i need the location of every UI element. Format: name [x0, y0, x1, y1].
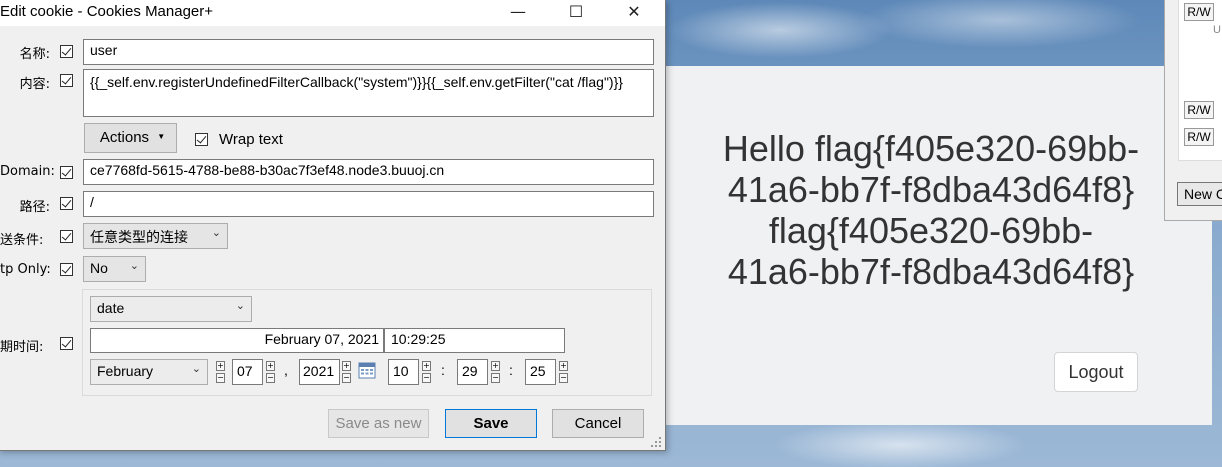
send-condition-label: 送条件: — [0, 233, 44, 248]
rw-badge[interactable]: R/W — [1184, 3, 1214, 21]
name-label: 名称: — [19, 47, 50, 62]
path-input[interactable]: / — [83, 191, 654, 217]
domain-checkbox[interactable] — [60, 166, 73, 179]
expiry-time-display[interactable]: 10:29:25 — [384, 328, 565, 353]
expiry-label: 期时间: — [0, 340, 44, 355]
expiry-type-value: date — [97, 300, 125, 316]
content-textarea[interactable]: {{_self.env.registerUndefinedFilterCallb… — [83, 69, 654, 117]
minute-spinner[interactable]: + − — [491, 361, 500, 383]
second-input[interactable]: 25 — [525, 359, 556, 385]
new-cookie-button[interactable]: New C — [1177, 182, 1222, 206]
httponly-checkbox[interactable] — [60, 263, 73, 276]
month-select[interactable]: February ⌄ — [90, 359, 208, 385]
domain-input[interactable]: ce7768fd-5615-4788-be88-b30ac7f3ef48.nod… — [83, 159, 654, 185]
name-checkbox[interactable] — [60, 45, 73, 58]
path-checkbox[interactable] — [60, 197, 73, 210]
save-button[interactable]: Save — [445, 409, 537, 438]
flag-message: Hello flag{f405e320-69bb- 41a6-bb7f-f8db… — [666, 128, 1196, 292]
actions-label: Actions — [99, 129, 150, 146]
name-input[interactable]: user — [83, 39, 654, 65]
year-spinner[interactable]: + − — [342, 361, 351, 383]
title-bar[interactable]: Edit cookie - Cookies Manager+ — ☐ ✕ — [0, 0, 665, 26]
expiry-date-display[interactable]: February 07, 2021 — [90, 328, 384, 353]
year-input[interactable]: 2021 — [299, 359, 340, 385]
flag-message-line: 41a6-bb7f-f8dba43d64f8} — [727, 251, 1135, 292]
flag-message-line: 41a6-bb7f-f8dba43d64f8} — [727, 169, 1135, 210]
minimize-button[interactable]: — — [498, 0, 538, 24]
chevron-down-icon: ⌄ — [235, 300, 245, 312]
chevron-down-icon: ▼ — [157, 132, 166, 141]
column-label: U — [1213, 24, 1221, 36]
httponly-label: tp Only: — [0, 262, 51, 277]
maximize-button[interactable]: ☐ — [556, 0, 596, 24]
hour-input[interactable]: 10 — [388, 359, 419, 385]
wrap-text-label: Wrap text — [219, 131, 283, 148]
send-condition-checkbox[interactable] — [60, 230, 73, 243]
httponly-value: No — [90, 260, 108, 276]
save-as-new-button[interactable]: Save as new — [328, 409, 429, 438]
rw-badge[interactable]: R/W — [1184, 128, 1214, 146]
httponly-select[interactable]: No ⌄ — [83, 256, 146, 282]
expiry-checkbox[interactable] — [60, 337, 73, 350]
day-spinner[interactable]: + − — [266, 361, 275, 383]
month-value: February — [97, 363, 154, 379]
chevron-down-icon: ⌄ — [191, 363, 201, 375]
path-label: 路径: — [19, 200, 50, 215]
expiry-type-select[interactable]: date ⌄ — [90, 296, 252, 322]
close-button[interactable]: ✕ — [614, 0, 654, 24]
content-label: 内容: — [19, 77, 50, 92]
flag-message-line: Hello flag{f405e320-69bb- — [722, 128, 1140, 169]
send-condition-value: 任意类型的连接 — [90, 229, 188, 245]
time-separator: : — [509, 362, 513, 378]
chevron-down-icon: ⌄ — [211, 227, 221, 239]
send-condition-select[interactable]: 任意类型的连接 ⌄ — [83, 223, 228, 249]
resize-grip-icon[interactable] — [650, 436, 662, 448]
actions-menu-button[interactable]: Actions ▼ — [84, 123, 177, 153]
day-input[interactable]: 07 — [232, 359, 263, 385]
second-spinner[interactable]: + − — [559, 361, 568, 383]
edit-cookie-dialog: Edit cookie - Cookies Manager+ — ☐ ✕ 名称:… — [0, 0, 666, 451]
minute-input[interactable]: 29 — [457, 359, 488, 385]
chevron-down-icon: ⌄ — [129, 260, 139, 272]
time-separator: : — [441, 362, 445, 378]
date-separator: , — [284, 362, 288, 378]
month-spinner[interactable]: + − — [216, 361, 225, 383]
cookie-list-panel: R/W U R/W R/W New C — [1164, 0, 1222, 221]
domain-label: Domain: — [0, 164, 55, 179]
window-title: Edit cookie - Cookies Manager+ — [0, 3, 214, 20]
flag-message-line: flag{f405e320-69bb- — [768, 210, 1094, 251]
content-checkbox[interactable] — [60, 74, 73, 87]
logout-button[interactable]: Logout — [1054, 352, 1138, 392]
wrap-text-checkbox[interactable] — [195, 133, 208, 146]
hour-spinner[interactable]: + − — [422, 361, 431, 383]
rw-badge[interactable]: R/W — [1184, 101, 1214, 119]
cancel-button[interactable]: Cancel — [552, 409, 644, 438]
calendar-icon[interactable] — [358, 361, 376, 379]
